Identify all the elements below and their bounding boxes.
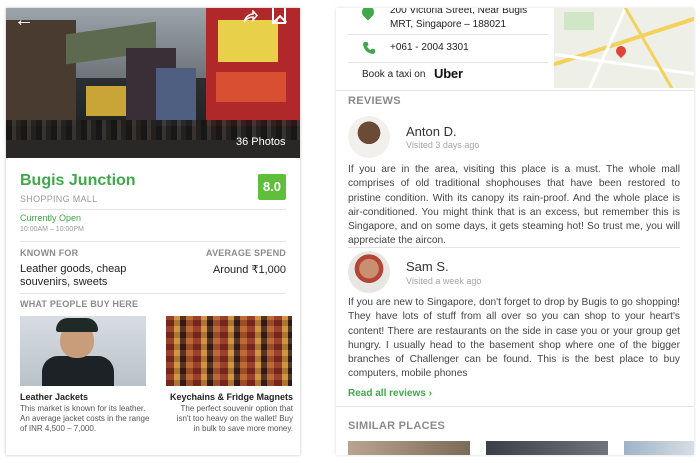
- phone-number[interactable]: +061 - 2004 3301: [390, 42, 469, 53]
- divider: [348, 34, 548, 35]
- opening-hours: 10:00AM – 10:00PM: [20, 226, 84, 233]
- divider: [336, 90, 694, 91]
- average-spend-label: AVERAGE SPEND: [206, 248, 286, 258]
- divider: [20, 293, 286, 294]
- share-icon[interactable]: [242, 10, 258, 24]
- similar-place-card[interactable]: [348, 441, 470, 455]
- buy-item-name[interactable]: Leather Jackets: [20, 392, 88, 402]
- place-title: Bugis Junction: [20, 172, 136, 189]
- known-for-value: Leather goods, cheap souvenirs, sweets: [20, 263, 127, 288]
- location-pin-icon: [359, 8, 377, 21]
- review-text: If you are new to Singapore, don't forge…: [348, 297, 680, 380]
- what-people-buy-label: WHAT PEOPLE BUY HERE: [20, 299, 139, 309]
- avatar[interactable]: [348, 251, 390, 293]
- place-detail-screen: ← 36 Photos Bugis Junction 8.0 SHOPPING …: [6, 8, 300, 455]
- reviewer-name[interactable]: Anton D.: [406, 124, 457, 139]
- divider: [348, 247, 680, 248]
- back-arrow-icon[interactable]: ←: [14, 10, 34, 30]
- read-all-reviews-link[interactable]: Read all reviews ›: [348, 388, 432, 399]
- buy-item-name[interactable]: Keychains & Fridge Magnets: [159, 392, 293, 402]
- divider: [20, 241, 286, 242]
- rating-badge: 8.0: [258, 174, 286, 200]
- divider: [336, 406, 694, 407]
- similar-places-heading: SIMILAR PLACES: [348, 420, 446, 432]
- similar-place-card[interactable]: [486, 441, 608, 455]
- review-text: If you are in the area, visiting this pl…: [348, 164, 680, 247]
- reviewer-name[interactable]: Sam S.: [406, 259, 449, 274]
- bookmark-icon[interactable]: [272, 8, 286, 24]
- phone-icon[interactable]: [362, 41, 376, 55]
- review-time: Visited 3 days ago: [406, 140, 480, 150]
- divider: [348, 62, 548, 63]
- address-text[interactable]: 200 Victoria Street, Near Bugis MRT, Sin…: [390, 8, 546, 32]
- location-map[interactable]: [554, 8, 694, 88]
- reviews-heading: REVIEWS: [348, 95, 401, 107]
- open-status: Currently Open: [20, 213, 82, 223]
- similar-place-card[interactable]: [624, 441, 694, 455]
- uber-logo[interactable]: Uber: [434, 66, 463, 81]
- leather-jacket-image[interactable]: [20, 316, 146, 386]
- review-time: Visited a week ago: [406, 276, 482, 286]
- buy-item-desc: The perfect souvenir option that isn't t…: [176, 404, 293, 433]
- avatar[interactable]: [348, 116, 390, 158]
- known-for-label: KNOWN FOR: [20, 248, 79, 258]
- average-spend-value: Around ₹1,000: [212, 264, 286, 276]
- hero-photo[interactable]: ← 36 Photos: [6, 8, 300, 158]
- keychains-image[interactable]: [166, 316, 292, 386]
- book-taxi-label[interactable]: Book a taxi on: [362, 69, 425, 80]
- reviews-screen: 200 Victoria Street, Near Bugis MRT, Sin…: [336, 8, 694, 455]
- place-category: SHOPPING MALL: [20, 194, 98, 204]
- divider: [20, 209, 286, 210]
- buy-item-desc: This market is known for its leather. An…: [20, 404, 150, 433]
- photo-count[interactable]: 36 Photos: [236, 136, 286, 148]
